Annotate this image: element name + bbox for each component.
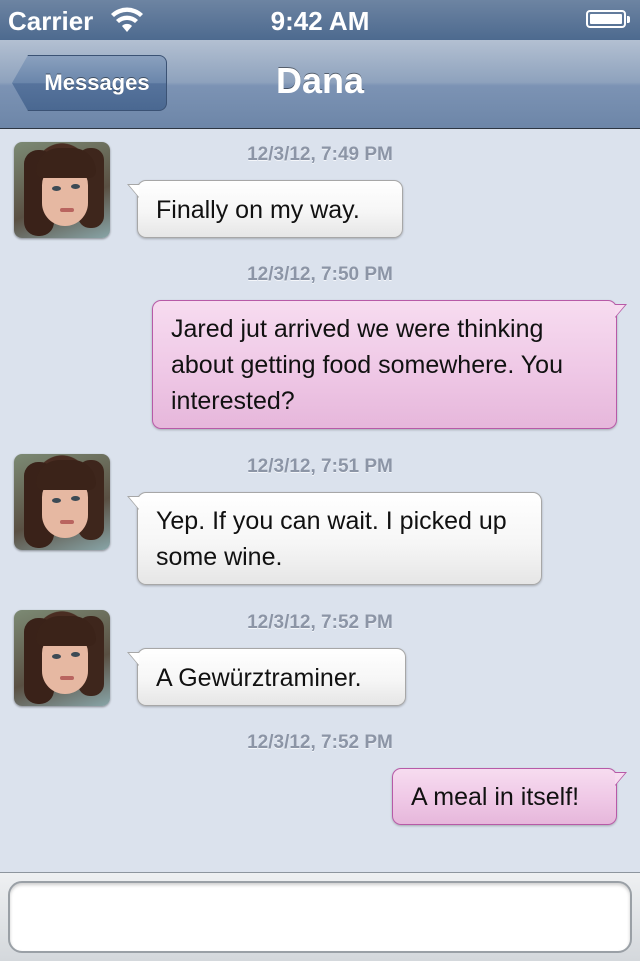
avatar[interactable] — [14, 610, 110, 706]
battery-fill — [590, 14, 622, 24]
avatar[interactable] — [14, 142, 110, 238]
message-timestamp: 12/3/12, 7:50 PM — [247, 264, 393, 285]
avatar[interactable] — [14, 454, 110, 550]
incoming-message-bubble[interactable]: Yep. If you can wait. I picked up some w… — [127, 492, 542, 585]
compose-bar — [0, 872, 640, 961]
message-timestamp: 12/3/12, 7:52 PM — [247, 732, 393, 753]
status-time: 9:42 AM — [270, 6, 370, 36]
battery-icon — [586, 10, 630, 28]
incoming-message-bubble[interactable]: Finally on my way. — [127, 180, 403, 238]
outgoing-message-bubble[interactable]: Jared jut arrived we were thinking about… — [152, 300, 627, 429]
status-bar: Carrier 9:42 AM — [0, 0, 640, 40]
nav-bar: Messages Dana — [0, 40, 640, 129]
message-input[interactable] — [8, 881, 632, 953]
outgoing-message-bubble[interactable]: A meal in itself! — [392, 768, 627, 825]
incoming-message-bubble[interactable]: A Gewürztraminer. — [127, 648, 406, 706]
conversation-title: Dana — [275, 60, 365, 101]
